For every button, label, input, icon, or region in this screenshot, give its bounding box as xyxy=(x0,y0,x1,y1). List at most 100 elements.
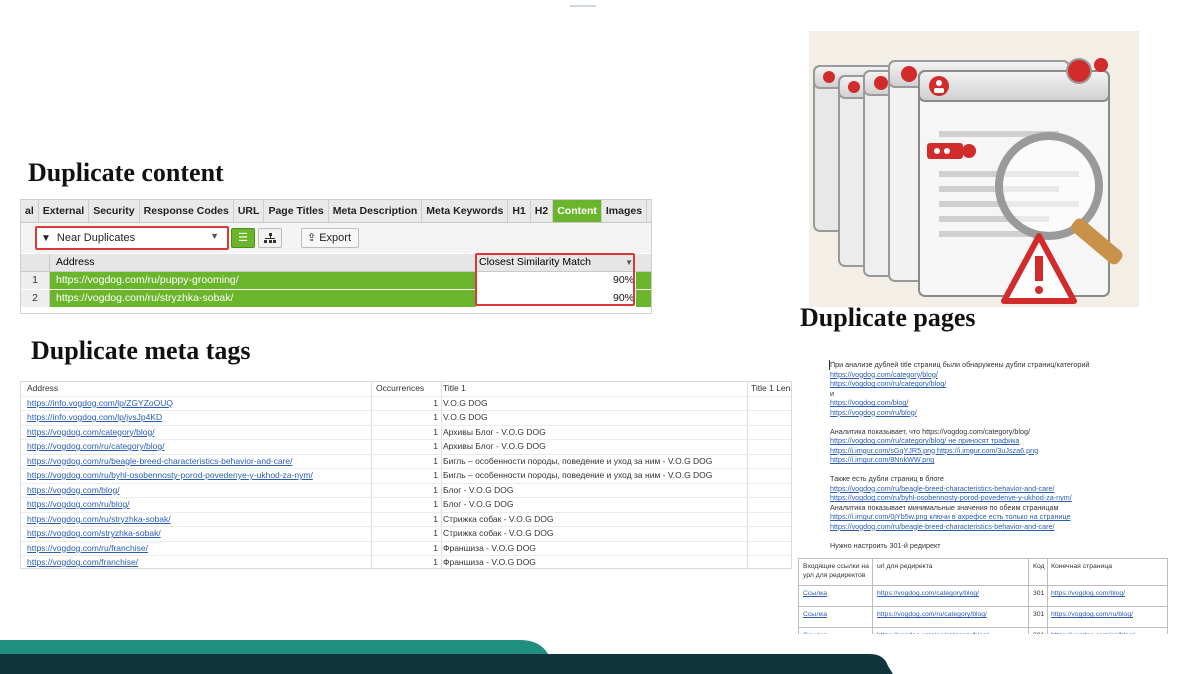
table-row: https://vogdog.com/franchise/1 Франшиза -… xyxy=(21,556,791,568)
doc-link[interactable]: https://i.imgur.com/0jYb5w.png ключи в а… xyxy=(830,512,1070,521)
row-occurrences: 1 xyxy=(433,441,438,451)
row-address-link[interactable]: https://vogdog.com/blog/ xyxy=(27,484,120,498)
tree-view-button[interactable] xyxy=(258,228,282,248)
address-header: Address xyxy=(27,383,59,393)
table-row: https://vogdog.com/ru/stryzhka-sobak/1 Ст… xyxy=(21,513,791,527)
filter-funnel-icon: ▼ xyxy=(41,232,51,244)
row-address-link[interactable]: https://vogdog.com/ru/beagle-breed-chara… xyxy=(27,455,293,469)
tab-ca[interactable]: Ca xyxy=(647,200,651,222)
doc-text-line: Аналитика показывает минимальные значени… xyxy=(830,502,1059,512)
doc-link[interactable]: https://vogdog.com/ru/beagle-breed-chara… xyxy=(830,484,1055,493)
table-row: Ссылка https://vogdog.com/ru/category/blo… xyxy=(799,607,1167,628)
seo-tool-toolbar: ▼ Near Duplicates ▼ ☰ ⇪ Export xyxy=(21,223,651,253)
redirect-code-cell: 301 xyxy=(1033,631,1044,634)
doc-text-line: Также есть дубли страниц в блоге xyxy=(830,474,944,483)
redirect-link-cell[interactable]: Ссылка xyxy=(803,610,827,619)
table-row: https://vogdog.com/ru/category/blog/1 Арх… xyxy=(21,440,791,455)
tab-page-titles[interactable]: Page Titles xyxy=(264,200,329,222)
redirect-link-cell[interactable]: Ссылка xyxy=(803,631,827,634)
row-title: Бигль – особенности породы, поведение и … xyxy=(443,470,713,480)
row-address-link[interactable]: https://vogdog.com/ru/blog/ xyxy=(27,498,130,512)
tab-url[interactable]: URL xyxy=(234,200,265,222)
doc-link[interactable]: https://vogdog.com/ru/blog/ xyxy=(830,408,917,417)
row-occurrences: 1 xyxy=(433,513,438,524)
row-title: Бигль – особенности породы, поведение и … xyxy=(443,455,713,466)
doc-link[interactable]: https://vogdog.com/ru/category/blog/ не … xyxy=(830,436,1019,445)
duplicate-pages-doc: При анализе дублей title страниц были об… xyxy=(798,352,1168,634)
tab-h2[interactable]: H2 xyxy=(531,200,554,222)
redirect-link-cell[interactable]: https://vogdog.com/category/blog/ xyxy=(877,589,979,598)
doc-link[interactable]: https://i.imgur.com/sGqYJR5.png https://… xyxy=(830,446,1038,455)
row-title: Стрижка собак - V.O.G DOG xyxy=(443,528,554,538)
title-header: Title 1 xyxy=(443,383,466,393)
row-title: Франшиза - V.O.G DOG xyxy=(443,557,536,567)
duplicate-pages-illustration xyxy=(809,31,1139,307)
duplicate-windows-magnifier-icon xyxy=(813,58,1123,304)
redirect-header-cell: Конечная страница xyxy=(1051,563,1112,570)
seo-tool-screenshot: al External Security Response Codes URL Page … xyxy=(20,199,652,314)
tab-security[interactable]: Security xyxy=(89,200,140,222)
table-row: https://vogdog.com/blog/1 Блог - V.O.G DO… xyxy=(21,484,791,498)
filter-dropdown[interactable]: ▼ Near Duplicates ▼ xyxy=(35,226,229,250)
redirect-link-cell[interactable]: https://vogdog.com/ru/category/blog/ xyxy=(877,610,987,619)
row-title: Блог - V.O.G DOG xyxy=(443,499,514,509)
tab-response-codes[interactable]: Response Codes xyxy=(140,200,234,222)
row-occurrences: 1 xyxy=(433,528,438,538)
table-row: https://vogdog.com/ru/franchise/1 Франшиз… xyxy=(21,542,791,556)
doc-text-line: Нужно настроить 301-й редирект xyxy=(830,540,941,550)
row-address-link[interactable]: https://vogdog.com/franchise/ xyxy=(27,556,138,568)
doc-link[interactable]: https://vogdog.com/category/blog/ xyxy=(830,370,938,379)
list-view-button[interactable]: ☰ xyxy=(231,228,255,248)
redirect-link-cell[interactable]: https://vogdog.com/en/category/blog/ xyxy=(877,631,988,634)
redirect-link-cell[interactable]: https://vogdog.com/blog/ xyxy=(1051,589,1125,598)
row-occurrences: 1 xyxy=(433,484,438,495)
row-address-link[interactable]: https://vogdog.com/ru/franchise/ xyxy=(27,542,148,556)
row-title: Архивы Блог - V.O.G DOG xyxy=(443,441,546,451)
row-occurrences: 1 xyxy=(433,542,438,553)
row-address-link[interactable]: https://vogdog.com/ru/stryzhka-sobak/ xyxy=(27,513,171,527)
export-button-label: Export xyxy=(319,232,352,244)
tab-content[interactable]: Content xyxy=(553,200,602,222)
doc-text-line: и xyxy=(830,388,835,398)
tab-al[interactable]: al xyxy=(21,200,39,222)
table-row: https://vogdog.com/ru/byhl-osobennosty-p… xyxy=(21,469,791,484)
row-occurrences: 1 xyxy=(433,397,438,408)
redirect-link-cell[interactable]: https://vogdog.com/ru/blog/ xyxy=(1051,610,1133,619)
doc-link[interactable]: https://vogdog.com/ru/beagle-breed-chara… xyxy=(830,522,1055,531)
row-address-link[interactable]: https://info.vogdog.com/lp/ZGYZoOUQ xyxy=(27,397,173,411)
doc-text-line: При анализе дублей title страниц были об… xyxy=(830,360,1090,369)
row-title: V.O.G DOG xyxy=(443,397,488,408)
duplicate-meta-heading: Duplicate meta tags xyxy=(31,336,251,365)
row-title: Блог - V.O.G DOG xyxy=(443,484,514,495)
tab-external[interactable]: External xyxy=(39,200,90,222)
row-number: 2 xyxy=(21,290,50,307)
tab-meta-keywords[interactable]: Meta Keywords xyxy=(422,200,509,222)
tree-icon xyxy=(264,233,276,243)
redirect-header-cell: Код xyxy=(1033,563,1045,570)
filter-dropdown-label: Near Duplicates xyxy=(56,232,136,244)
redirect-code-cell: 301 xyxy=(1033,611,1045,618)
row-address-link[interactable]: https://info.vogdog.com/lp/jvsJp4KD xyxy=(27,411,162,425)
table-row: https://vogdog.com/ru/blog/1 Блог - V.O.G… xyxy=(21,498,791,513)
row-address-link[interactable]: https://vogdog.com/ru/category/blog/ xyxy=(27,440,165,454)
redirect-link-cell[interactable]: Ссылка xyxy=(803,589,827,598)
doc-link[interactable]: https://vogdog.com/blog/ xyxy=(830,398,908,407)
tab-meta-description[interactable]: Meta Description xyxy=(329,200,423,222)
row-occurrences: 1 xyxy=(433,455,438,466)
row-title: V.O.G DOG xyxy=(443,412,488,422)
export-button[interactable]: ⇪ Export xyxy=(301,228,359,248)
redirect-link-cell[interactable]: https://vogdog.com/en/blog/ xyxy=(1051,631,1135,634)
tab-images[interactable]: Images xyxy=(602,200,648,222)
row-address-link[interactable]: https://vogdog.com/ru/byhl-osobennosty-p… xyxy=(27,469,313,483)
redirect-header-cell: url для редиректа xyxy=(877,563,933,570)
occurrences-header: Occurrences xyxy=(376,383,425,393)
tab-h1[interactable]: H1 xyxy=(508,200,531,222)
similarity-highlight-box xyxy=(475,253,635,306)
row-number: 1 xyxy=(21,272,50,289)
doc-link[interactable]: https://i.imgur.com/8NnkWW.png xyxy=(830,455,934,464)
table-row: https://info.vogdog.com/lp/ZGYZoOUQ 1 V.O.… xyxy=(21,397,791,411)
doc-link[interactable]: https://vogdog.com/ru/byhl-osobennosty-p… xyxy=(830,493,1072,502)
row-address-link[interactable]: https://vogdog.com/stryzhka-sobak/ xyxy=(27,527,161,541)
row-address-link[interactable]: https://vogdog.com/category/blog/ xyxy=(27,426,155,440)
doc-link[interactable]: https://vogdog.com/ru/category/blog/ xyxy=(830,379,946,388)
